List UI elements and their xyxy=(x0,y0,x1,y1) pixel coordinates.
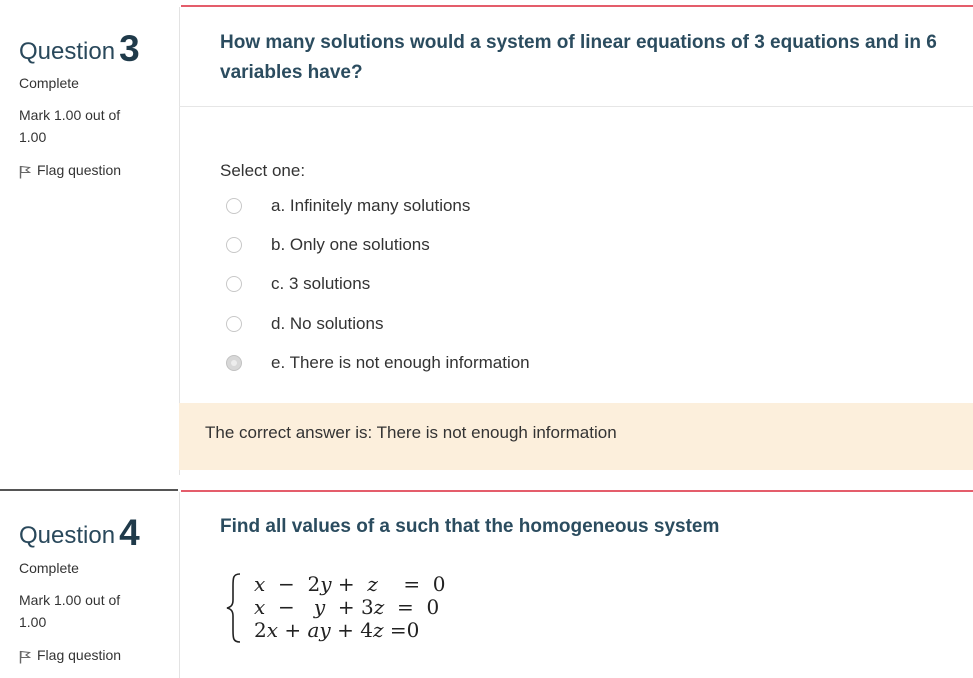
info-top-border xyxy=(0,489,178,491)
flag-question-label: Flag question xyxy=(37,647,122,663)
option-label: a. Infinitely many solutions xyxy=(271,196,471,215)
question-number: Question 3 xyxy=(19,26,140,69)
answer-option-b[interactable]: b. Only one solutions xyxy=(226,235,430,255)
question-content: How many solutions would a system of lin… xyxy=(179,0,973,475)
option-label: b. Only one solutions xyxy=(271,235,430,254)
equation-row-2: x − y + 3z = 0 xyxy=(254,595,440,619)
question-3: Question 3 Complete Mark 1.00 out of 1.00… xyxy=(0,0,973,475)
question-number-value: 3 xyxy=(119,28,140,69)
radio-icon[interactable] xyxy=(226,316,242,332)
equation-row-1: x − 2y + z = 0 xyxy=(254,572,446,596)
divider xyxy=(179,106,973,107)
flag-question-link[interactable]: Flag question xyxy=(19,644,121,666)
linear-system-equations: x − 2y + z = 0 x − y + 3z = 0 2x + ay + … xyxy=(224,572,524,644)
flag-icon xyxy=(19,648,32,664)
question-grade: Mark 1.00 out of 1.00 xyxy=(19,107,121,145)
radio-icon[interactable] xyxy=(226,276,242,292)
question-label: Question xyxy=(19,38,116,65)
question-text: Find all values of a such that the homog… xyxy=(220,516,720,537)
select-one-prompt: Select one: xyxy=(220,161,306,180)
option-label: c. 3 solutions xyxy=(271,274,371,293)
radio-selected-icon[interactable] xyxy=(226,355,242,371)
answer-option-a[interactable]: a. Infinitely many solutions xyxy=(226,196,470,216)
flag-question-label: Flag question xyxy=(37,162,122,178)
radio-icon[interactable] xyxy=(226,198,242,214)
question-grade: Mark 1.00 out of 1.00 xyxy=(19,592,121,630)
answer-option-e[interactable]: e. There is not enough information xyxy=(226,353,530,373)
question-number-value: 4 xyxy=(119,512,140,553)
question-info: Question 3 Complete Mark 1.00 out of 1.00… xyxy=(0,0,178,475)
question-text: How many solutions would a system of lin… xyxy=(220,32,937,83)
left-brace-icon xyxy=(226,573,241,643)
question-label: Question xyxy=(19,522,116,549)
answer-option-c[interactable]: c. 3 solutions xyxy=(226,274,370,294)
option-label: e. There is not enough information xyxy=(271,353,530,372)
feedback-box: The correct answer is: There is not enou… xyxy=(179,403,973,470)
equation-row-3: 2x + ay + 4z =0 xyxy=(254,618,420,642)
question-state: Complete xyxy=(19,560,79,576)
question-number: Question 4 xyxy=(19,510,140,553)
question-4: Question 4 Complete Mark 1.00 out of 1.00… xyxy=(0,484,973,678)
flag-question-link[interactable]: Flag question xyxy=(19,159,121,181)
correct-answer-text: The correct answer is: There is not enou… xyxy=(205,423,617,442)
flag-icon xyxy=(19,163,32,179)
answer-option-d[interactable]: d. No solutions xyxy=(226,314,383,334)
question-info: Question 4 Complete Mark 1.00 out of 1.00… xyxy=(0,484,178,678)
option-label: d. No solutions xyxy=(271,314,384,333)
question-state: Complete xyxy=(19,75,79,91)
radio-icon[interactable] xyxy=(226,237,242,253)
